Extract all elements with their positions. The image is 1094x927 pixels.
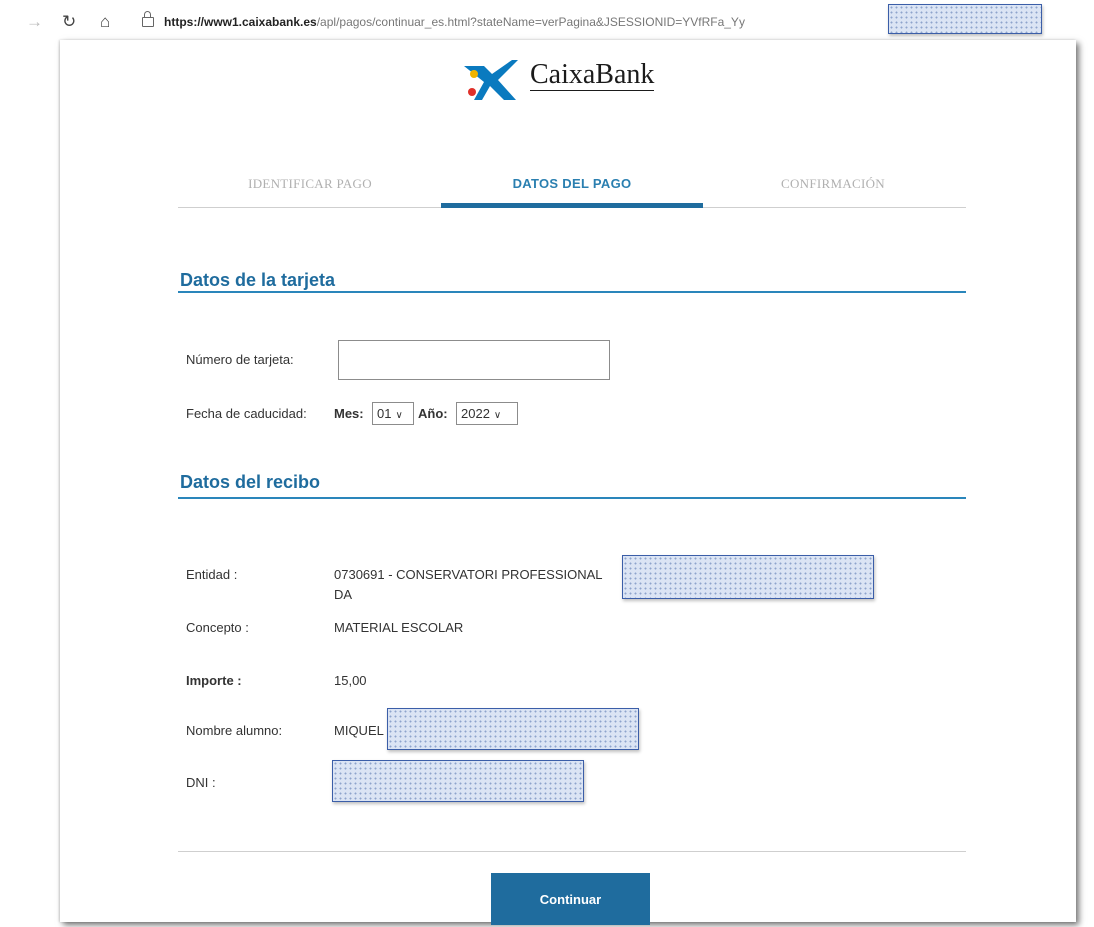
lock-icon (142, 11, 154, 27)
logo-text: CaixaBank (530, 59, 655, 91)
month-value: 01 (377, 406, 392, 421)
expiry-label: Fecha de caducidad: (186, 406, 307, 421)
concept-label: Concepto : (186, 620, 249, 635)
amount-label: Importe : (186, 673, 242, 688)
continue-button[interactable]: Continuar (491, 873, 650, 925)
refresh-icon[interactable]: ↻ (62, 12, 76, 32)
entity-value-line2: DA (334, 587, 353, 602)
year-value: 2022 (461, 406, 490, 421)
card-section-title: Datos de la tarjeta (180, 270, 336, 290)
entity-label: Entidad : (186, 567, 238, 582)
redaction-entity (622, 555, 874, 599)
chevron-down-icon: ∨ (395, 410, 403, 421)
concept-value: MATERIAL ESCOLAR (334, 620, 464, 635)
step-identificar-pago: IDENTIFICAR PAGO (248, 176, 372, 191)
student-name-value: MIQUEL (334, 723, 384, 738)
step-confirmacion: CONFIRMACIÓN (780, 176, 885, 191)
redaction-dni (332, 760, 584, 802)
amount-value: 15,00 (334, 673, 367, 688)
home-icon[interactable]: ⌂ (100, 12, 110, 32)
card-number-input[interactable] (338, 340, 610, 380)
year-select[interactable]: 2022 ∨ (456, 402, 518, 425)
month-select[interactable]: 01 ∨ (372, 402, 414, 425)
entity-value-line1: 0730691 - CONSERVATORI PROFESSIONAL (334, 567, 603, 582)
dni-label: DNI : (186, 775, 216, 790)
receipt-section-title: Datos del recibo (180, 472, 321, 492)
receipt-section-divider (178, 497, 966, 499)
caixabank-star-icon (464, 60, 518, 100)
form-footer-divider (178, 851, 966, 852)
url-path: /apl/pagos/continuar_es.html?stateName=v… (316, 15, 745, 29)
month-label: Mes: (334, 406, 364, 421)
step-datos-del-pago: DATOS DEL PAGO (512, 176, 632, 191)
chevron-down-icon: ∨ (493, 410, 502, 421)
year-label: Año: (418, 406, 448, 421)
card-section-divider (178, 291, 966, 293)
card-number-label: Número de tarjeta: (186, 352, 294, 367)
redaction-url (888, 4, 1042, 34)
student-name-label: Nombre alumno: (186, 723, 283, 738)
back-arrow-icon[interactable]: → (26, 12, 43, 32)
url-domain: https://www1.caixabank.es (164, 15, 317, 29)
browser-toolbar: → ↻ ⌂ https://www1.caixabank.es/apl/pago… (0, 0, 1094, 44)
active-step-indicator (441, 203, 703, 208)
redaction-student-name (387, 708, 639, 750)
address-bar[interactable]: https://www1.caixabank.es/apl/pagos/cont… (142, 10, 892, 34)
